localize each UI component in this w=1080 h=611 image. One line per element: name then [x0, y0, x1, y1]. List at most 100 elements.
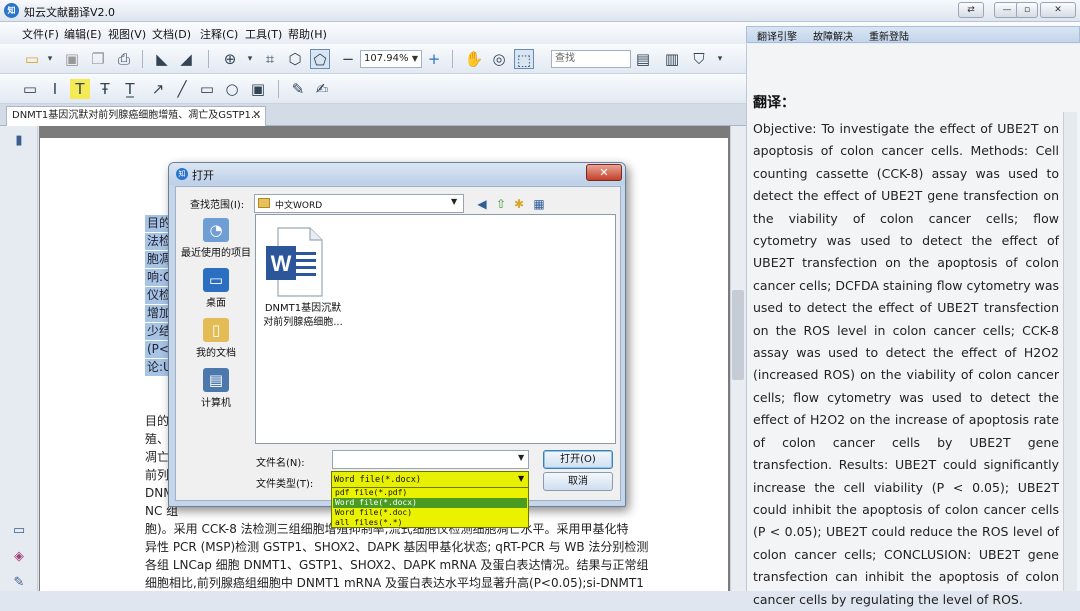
place-label: 我的文档	[196, 348, 236, 359]
menu-comment[interactable]: 注释(C)	[200, 26, 238, 42]
bookmarks-icon[interactable]: ▮	[10, 132, 28, 150]
file-type-option[interactable]: pdf file(*.pdf)	[333, 488, 527, 498]
cancel-button[interactable]: 取消	[543, 472, 613, 491]
up-folder-icon[interactable]: ⇧	[493, 196, 509, 212]
snapshot-icon[interactable]: ◎	[489, 49, 509, 69]
link-troubleshoot[interactable]: 故障解决	[813, 28, 853, 43]
stamp-icon[interactable]: ▣	[248, 79, 268, 99]
look-in-label: 查找范围(I):	[190, 200, 245, 211]
select-tool-icon[interactable]: ⬚	[514, 49, 534, 69]
attachments-icon[interactable]: ◈	[10, 548, 28, 566]
window-title: 知云文献翻译V2.0	[24, 6, 116, 19]
tab-close-icon[interactable]: ✕	[252, 108, 261, 121]
fit-page-icon[interactable]: ⌗	[260, 49, 280, 69]
translation-text[interactable]: Objective: To investigate the effect of …	[753, 118, 1059, 611]
link-relogin[interactable]: 重新登陆	[869, 28, 909, 43]
file-name-line: 对前列腺癌细胞...	[263, 317, 343, 328]
menu-help[interactable]: 帮助(H)	[288, 26, 327, 42]
file-item-name[interactable]: DNMT1基因沉默 对前列腺癌细胞...	[258, 302, 348, 330]
rectangle-icon[interactable]: ▭	[197, 79, 217, 99]
print-icon[interactable]: ⎙	[114, 49, 134, 69]
find-prev-icon[interactable]: ▤	[633, 49, 653, 69]
strikeout-icon[interactable]: Ŧ	[95, 79, 115, 99]
svg-text:W: W	[271, 251, 292, 276]
place-label: 桌面	[206, 298, 226, 309]
rotate-left-icon[interactable]: ◣	[152, 49, 172, 69]
file-name-input[interactable]	[332, 450, 529, 469]
dialog-title-bar	[169, 163, 625, 185]
place-recent-items[interactable]: ◔ 最近使用的项目	[180, 218, 252, 259]
place-computer[interactable]: ▤ 计算机	[180, 368, 252, 409]
document-text-line: 细胞相比,前列腺癌组细胞中 DNMT1 mRNA 及蛋白表达水平均显著升高(P<…	[145, 576, 644, 590]
dialog-app-icon: 知	[176, 168, 188, 180]
dialog-close-button[interactable]: ✕	[586, 164, 622, 181]
document-tab[interactable]: DNMT1基因沉默对前列腺癌细胞增殖、凋亡及GSTP1...	[6, 106, 266, 126]
place-label: 计算机	[201, 398, 231, 409]
look-in-value: 中文WORD	[275, 201, 323, 211]
file-name-arrow-icon[interactable]: ▼	[518, 453, 524, 462]
rotate-right-icon[interactable]: ◢	[176, 49, 196, 69]
place-desktop[interactable]: ▭ 桌面	[180, 268, 252, 309]
close-icon[interactable]: ✕	[1040, 2, 1076, 18]
file-type-option[interactable]: Word file(*.doc)	[333, 508, 527, 518]
filter-dropdown-icon[interactable]: ▾	[710, 49, 730, 69]
title-bar	[0, 0, 1080, 22]
copy-icon[interactable]: ❐	[88, 49, 108, 69]
document-scrollbar-thumb[interactable]	[732, 290, 744, 380]
side-panel-strip: ▮ ▭ ◈ ✎	[0, 126, 38, 591]
menu-view[interactable]: 视图(V)	[108, 26, 146, 42]
maximize-icon[interactable]: ▫	[1016, 2, 1038, 18]
zoom-out-icon[interactable]: −	[338, 49, 358, 69]
text-select-icon[interactable]: Ⅰ	[45, 79, 65, 99]
zoom-plus-icon[interactable]: +	[424, 49, 444, 69]
document-text-line: 各组 LNCap 细胞 DNMT1、GSTP1、SHOX2、DAPK mRNA …	[145, 558, 649, 572]
dropdown-arrow-icon[interactable]: ▾	[40, 49, 60, 69]
underline-icon[interactable]: T̲	[120, 79, 140, 99]
folder-icon	[258, 198, 270, 208]
file-type-option[interactable]: all files(*.*)	[333, 518, 527, 528]
line-icon[interactable]: ╱	[172, 79, 192, 99]
fit-width-icon[interactable]: ⬡	[285, 49, 305, 69]
restore-icon[interactable]: ⇄	[958, 2, 984, 18]
save-icon[interactable]: ▣	[62, 49, 82, 69]
search-input[interactable]: 查找	[551, 50, 631, 68]
highlight-icon[interactable]: T	[70, 79, 90, 99]
ellipse-icon[interactable]: ○	[222, 79, 242, 99]
zoom-level-arrow-icon[interactable]: ▼	[408, 50, 422, 68]
actual-size-icon[interactable]: ⬠	[310, 49, 330, 69]
back-icon[interactable]: ◀	[474, 196, 490, 212]
menu-edit[interactable]: 编辑(E)	[64, 26, 102, 42]
link-translation-engine[interactable]: 翻译引擎	[757, 28, 797, 43]
translation-link-bar: 翻译引擎 故障解决 重新登陆	[746, 26, 1080, 43]
place-my-documents[interactable]: ▯ 我的文档	[180, 318, 252, 359]
menu-file[interactable]: 文件(F)	[22, 26, 59, 42]
document-text-line: 目的	[145, 414, 170, 428]
comments-icon[interactable]: ▭	[10, 522, 28, 540]
note-icon[interactable]: ▭	[20, 79, 40, 99]
hand-tool-icon[interactable]: ✋	[464, 49, 484, 69]
find-next-icon[interactable]: ▥	[662, 49, 682, 69]
zoom-in-icon[interactable]: ⊕	[220, 49, 240, 69]
word-document-icon[interactable]: W	[264, 226, 324, 298]
signature-icon[interactable]: ✎	[10, 574, 28, 592]
file-type-option-selected[interactable]: Word file(*.docx)	[333, 498, 527, 508]
menu-tools[interactable]: 工具(T)	[245, 26, 282, 42]
filter-icon[interactable]: ⛉	[689, 49, 709, 69]
translation-scrollbar[interactable]	[1063, 112, 1077, 591]
new-folder-icon[interactable]: ✱	[511, 196, 527, 212]
document-text-line: 凋亡	[145, 450, 170, 464]
export-notes-icon[interactable]: ✍	[312, 79, 332, 99]
file-type-arrow-icon[interactable]: ▼	[518, 474, 524, 483]
arrow-icon[interactable]: ↗	[148, 79, 168, 99]
computer-icon: ▤	[203, 368, 229, 392]
edit-notes-icon[interactable]: ✎	[288, 79, 308, 99]
translation-heading: 翻译：	[753, 95, 795, 111]
file-name-line: DNMT1基因沉默	[264, 303, 342, 314]
file-name-label: 文件名(N):	[256, 458, 305, 469]
open-button[interactable]: 打开(O)	[543, 450, 613, 469]
menu-document[interactable]: 文档(D)	[152, 26, 191, 42]
zoom-dropdown-icon[interactable]: ▾	[240, 49, 260, 69]
look-in-arrow-icon[interactable]: ▼	[451, 197, 457, 206]
open-folder-icon[interactable]: ▭	[22, 49, 42, 69]
view-menu-icon[interactable]: ▦	[531, 196, 547, 212]
